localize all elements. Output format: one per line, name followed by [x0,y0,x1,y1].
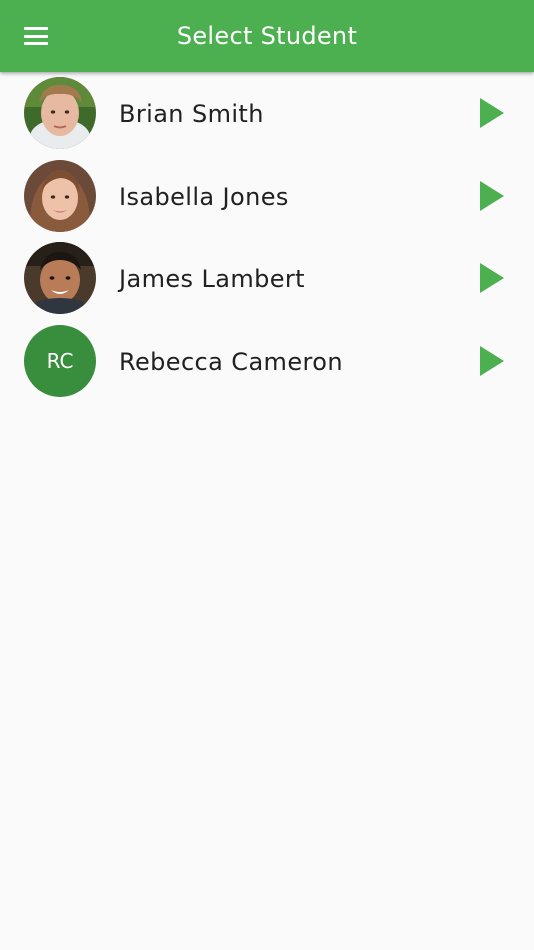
student-row-brian-smith[interactable]: Brian Smith [0,72,534,155]
student-name: Rebecca Cameron [119,347,343,376]
play-button[interactable] [470,176,510,216]
avatar [24,242,96,314]
student-name: James Lambert [119,265,305,293]
app-bar: Select Student [0,0,534,72]
student-row-isabella-jones[interactable]: Isabella Jones [0,155,534,238]
play-button[interactable] [470,258,510,298]
play-icon [480,345,504,376]
student-row-james-lambert[interactable]: James Lambert [0,237,534,320]
student-name: Isabella Jones [119,182,289,211]
play-button[interactable] [470,93,510,133]
avatar [24,77,96,149]
avatar-initials: RC [24,324,96,397]
play-button[interactable] [470,341,510,381]
student-row-rebecca-cameron[interactable]: RC Rebecca Cameron [0,320,534,403]
avatar [24,159,96,232]
play-icon [480,98,504,128]
student-name: Brian Smith [119,100,264,128]
play-icon [480,263,504,293]
page-title: Select Student [176,22,358,50]
student-list: Brian Smith Isabella Jones James Lambert… [0,72,534,402]
play-icon [480,180,504,211]
